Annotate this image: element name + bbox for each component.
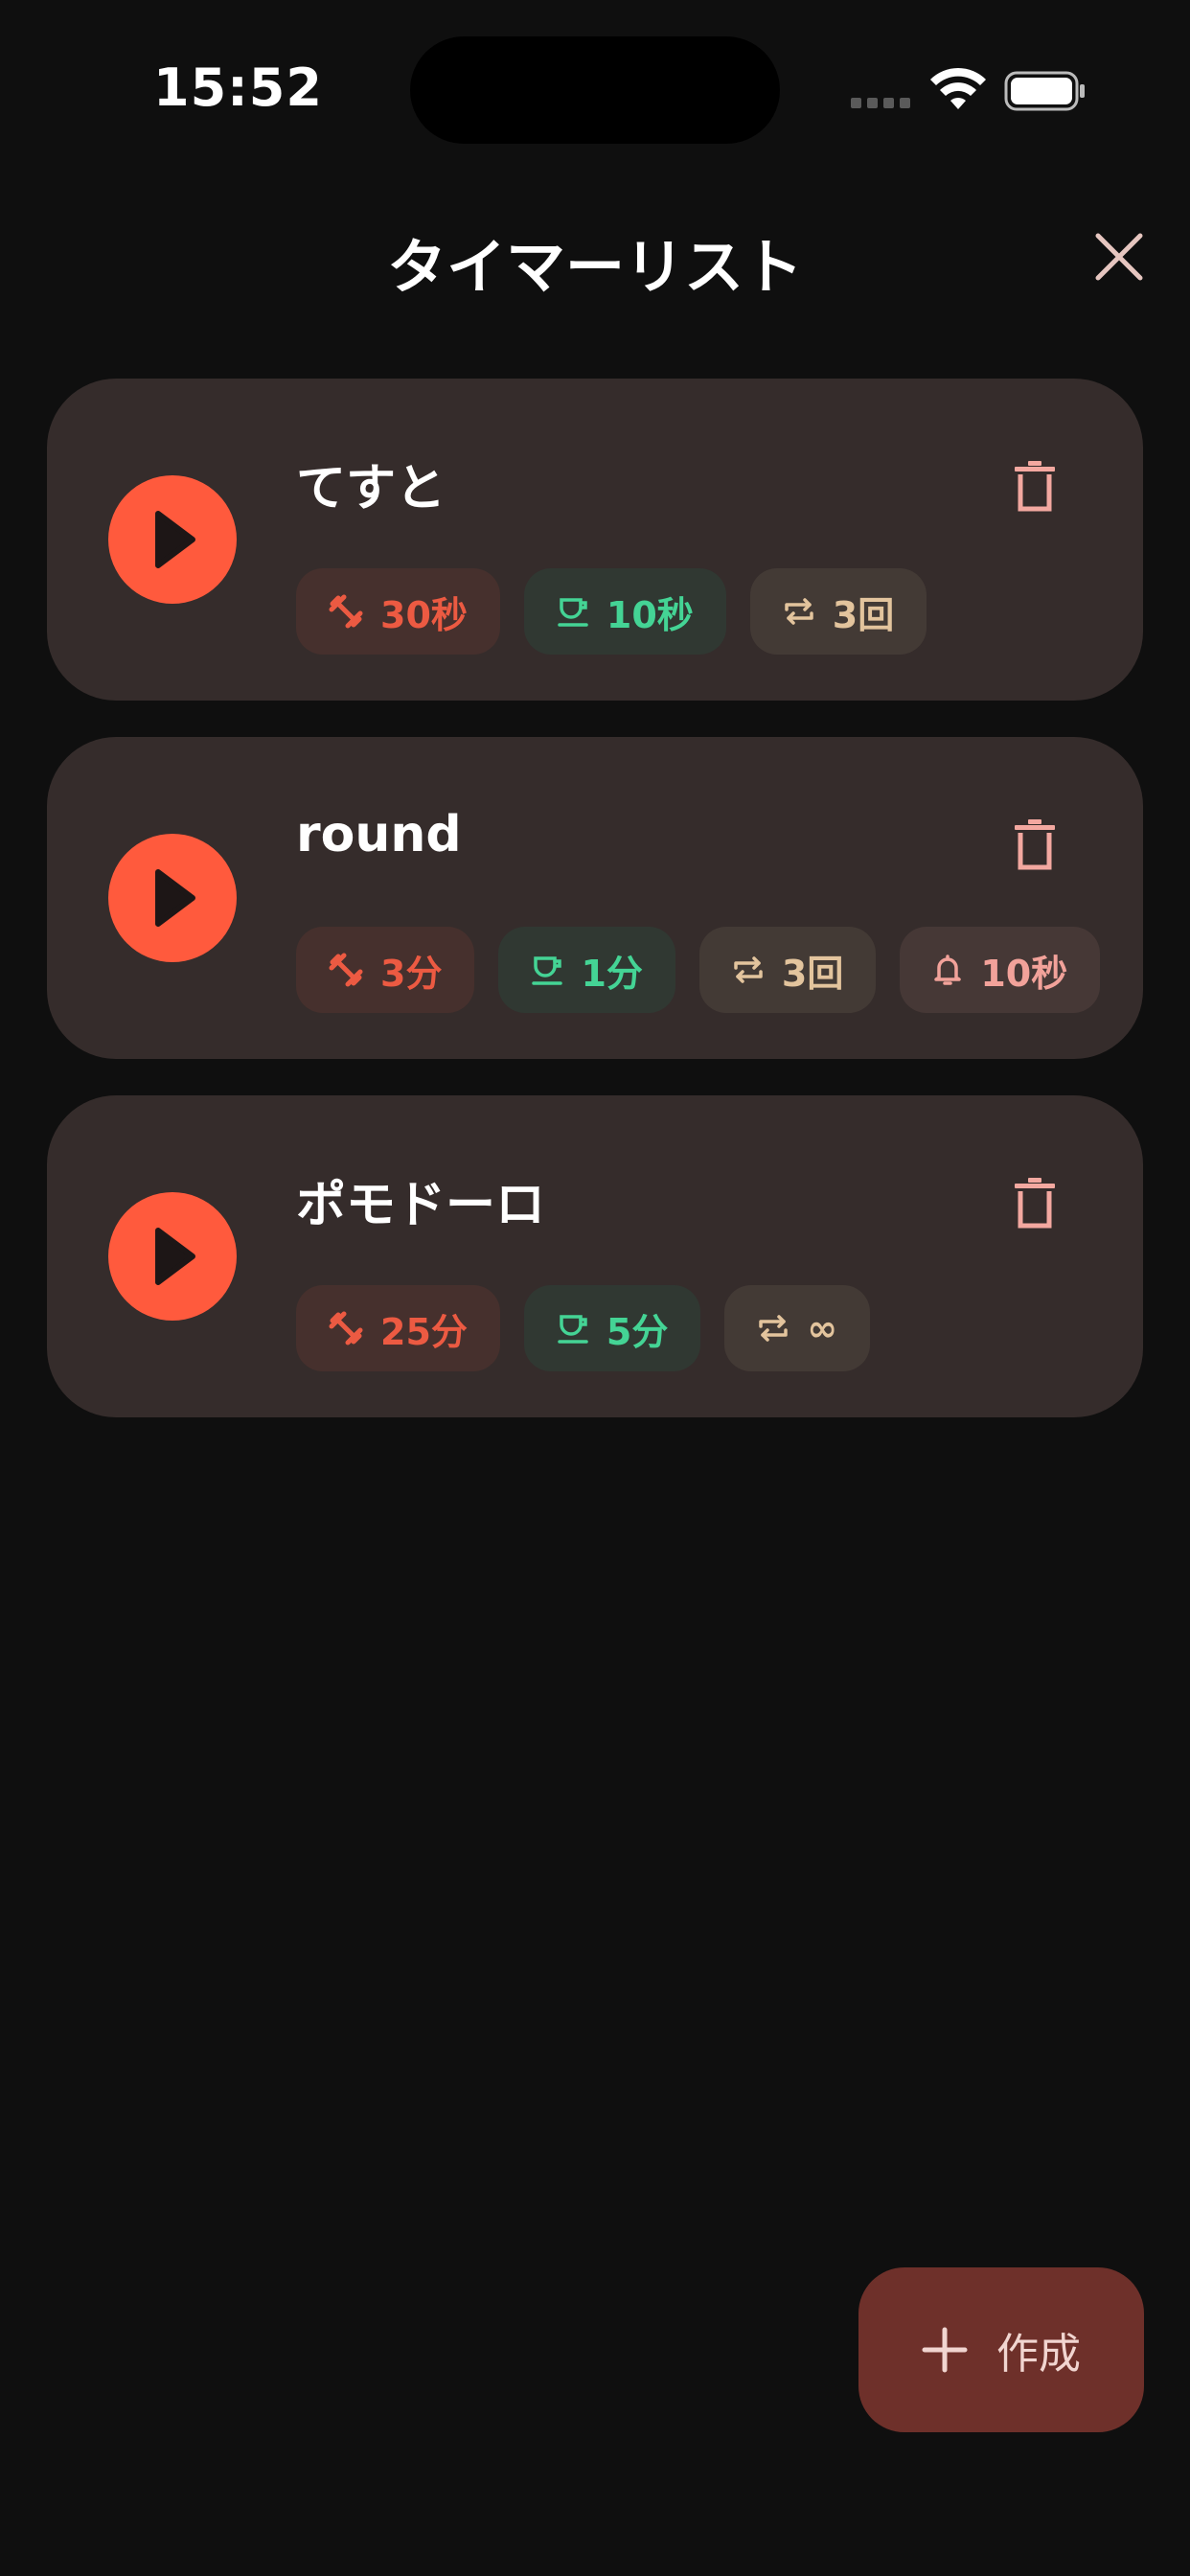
timer-name: ポモドーロ [296,1177,546,1234]
rest-duration: 10秒 [606,593,694,636]
play-button[interactable] [108,834,237,962]
repeat-count-chip: 3回 [698,927,877,1013]
timer-settings: 25分 5分 ∞ [296,1285,870,1371]
cup-icon [532,956,563,985]
repeat-icon [785,598,813,625]
wifi-icon [930,67,986,109]
repeat-count: ∞ [807,1307,837,1349]
battery-icon [1004,71,1085,111]
play-icon [155,1228,195,1285]
repeat-count: 3回 [781,952,844,995]
trash-icon[interactable] [1011,459,1059,513]
rest-duration-chip: 5分 [523,1285,701,1371]
timer-name: てすと [296,460,446,518]
cup-icon [558,1315,588,1344]
status-icons [851,67,1090,115]
repeat-count-chip: ∞ [724,1285,870,1371]
cup-icon [558,598,588,627]
timer-list: てすと 30秒 10秒 3回 round 3分 1分 3回 10秒 ポモドーロ … [47,379,1143,1454]
play-icon [155,511,195,568]
dumbbell-icon [329,1311,363,1346]
notify-chip: 10秒 [900,927,1101,1013]
cellular-signal-icon [851,98,910,108]
repeat-icon [734,956,763,983]
plus-icon [922,2327,968,2373]
timer-settings: 3分 1分 3回 10秒 [296,927,1101,1013]
timer-settings: 30秒 10秒 3回 [296,568,927,655]
timer-name: round [296,806,462,863]
timer-list-screen: 15:52 タイマーリスト てすと 30秒 10秒 3回 round 3分 1分… [0,0,1190,2576]
dumbbell-icon [329,953,363,987]
status-time: 15:52 [153,58,323,118]
rest-duration: 5分 [606,1310,669,1353]
play-icon [155,869,195,927]
trash-icon[interactable] [1011,817,1059,871]
dynamic-island [410,36,780,144]
work-duration-chip: 30秒 [296,568,500,655]
play-button[interactable] [108,1192,237,1321]
work-duration: 25分 [380,1310,468,1353]
close-icon[interactable] [1092,230,1146,284]
play-button[interactable] [108,475,237,604]
repeat-count-chip: 3回 [749,568,927,655]
create-button[interactable]: 作成 [858,2267,1144,2432]
page-title: タイマーリスト [386,232,803,302]
rest-duration: 1分 [581,952,643,995]
work-duration-chip: 3分 [296,927,475,1013]
work-duration: 30秒 [380,593,468,636]
work-duration-chip: 25分 [296,1285,500,1371]
create-button-label: 作成 [996,2330,1081,2379]
rest-duration-chip: 10秒 [523,568,726,655]
timer-card[interactable]: round 3分 1分 3回 10秒 [47,737,1143,1059]
notify-duration: 10秒 [980,952,1068,995]
timer-card[interactable]: ポモドーロ 25分 5分 ∞ [47,1095,1143,1417]
work-duration: 3分 [380,952,443,995]
trash-icon[interactable] [1011,1176,1059,1230]
bell-icon [934,954,962,985]
timer-card[interactable]: てすと 30秒 10秒 3回 [47,379,1143,701]
repeat-count: 3回 [832,593,895,636]
dumbbell-icon [329,594,363,629]
repeat-icon [759,1315,789,1342]
rest-duration-chip: 1分 [498,927,675,1013]
